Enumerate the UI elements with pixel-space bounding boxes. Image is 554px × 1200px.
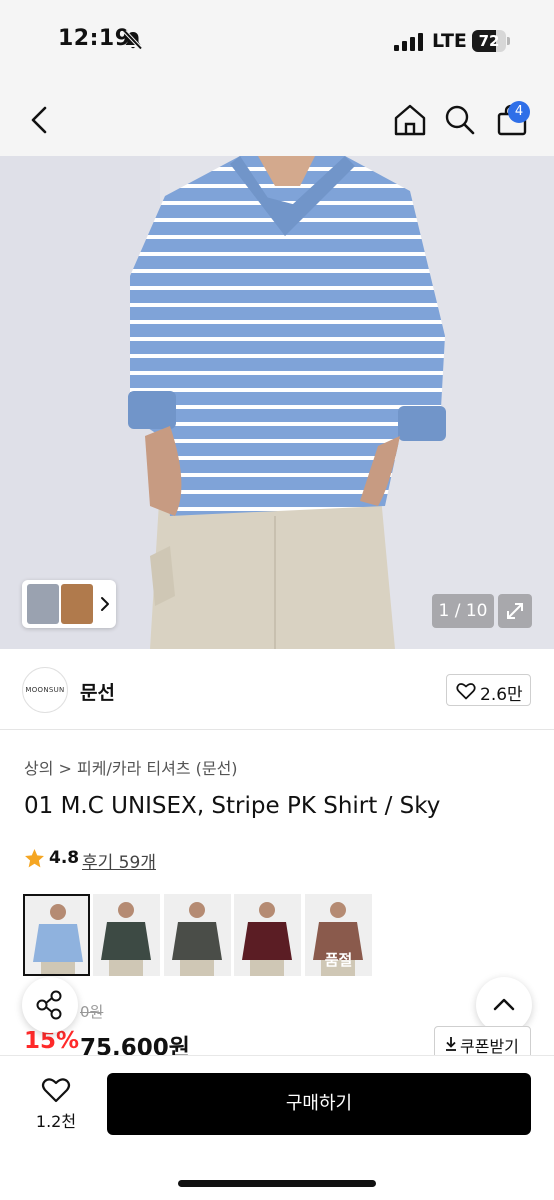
product-photo [0,156,554,649]
brand-name[interactable]: 문선 [80,678,115,705]
breadcrumb[interactable]: 상의 > 피케/카라 티셔츠 (문선) [24,755,238,779]
original-price: 0원 [80,1003,104,1021]
heart-icon[interactable] [41,1076,71,1104]
image-page-counter: 1 / 10 [432,594,494,628]
wish-count: 1.2천 [35,1112,77,1131]
chevron-right-icon[interactable] [98,596,112,612]
product-image[interactable] [0,156,554,649]
buy-button[interactable]: 구매하기 [107,1073,531,1135]
star-icon [25,849,44,868]
status-time: 12:19 [58,26,131,51]
review-count-link[interactable]: 후기 59개 [82,848,156,873]
variant-photo [234,894,301,976]
product-title: 01 M.C UNISEX, Stripe PK Shirt / Sky [24,793,441,819]
variant-photo [93,894,160,976]
variant-photo [25,896,88,974]
signal-icon [394,33,423,51]
expand-icon [507,603,523,619]
brand-logo[interactable]: MOONSUN [22,667,68,713]
rating-value: 4.8 [49,848,80,868]
brand-like-count: 2.6만 [480,685,523,705]
share-icon [36,990,62,1020]
color-variant-thumb[interactable] [93,894,160,976]
color-variant-thumb[interactable]: 품절 [305,894,372,976]
brand-row[interactable]: MOONSUN 문선 2.6만 [0,650,554,730]
bell-muted-icon [123,30,143,50]
battery-level: 72 [478,32,500,50]
expand-button[interactable] [498,594,532,628]
variant-photo [164,894,231,976]
scroll-top-button[interactable] [476,977,532,1033]
color-variant-thumb[interactable] [164,894,231,976]
download-icon [446,1037,456,1051]
battery-icon: 72 [472,30,512,52]
status-bar: 12:19 LTE 72 [0,0,554,84]
share-button[interactable] [22,977,78,1033]
heart-icon [456,683,476,700]
brand-like-button[interactable]: 2.6만 [446,674,531,706]
back-icon[interactable] [22,102,58,138]
chevron-up-icon [493,998,515,1011]
coupon-label: 쿠폰받기 [460,1037,519,1056]
search-icon[interactable] [442,102,478,138]
gallery-thumb[interactable] [61,584,93,624]
color-variant-thumb[interactable] [234,894,301,976]
network-type: LTE [432,30,467,52]
gallery-thumb[interactable] [27,584,59,624]
home-indicator [178,1180,376,1187]
cart-count-badge: 4 [508,101,530,123]
home-icon[interactable] [392,102,428,138]
sold-out-label: 품절 [324,951,353,969]
color-variant-thumb[interactable] [23,894,90,976]
